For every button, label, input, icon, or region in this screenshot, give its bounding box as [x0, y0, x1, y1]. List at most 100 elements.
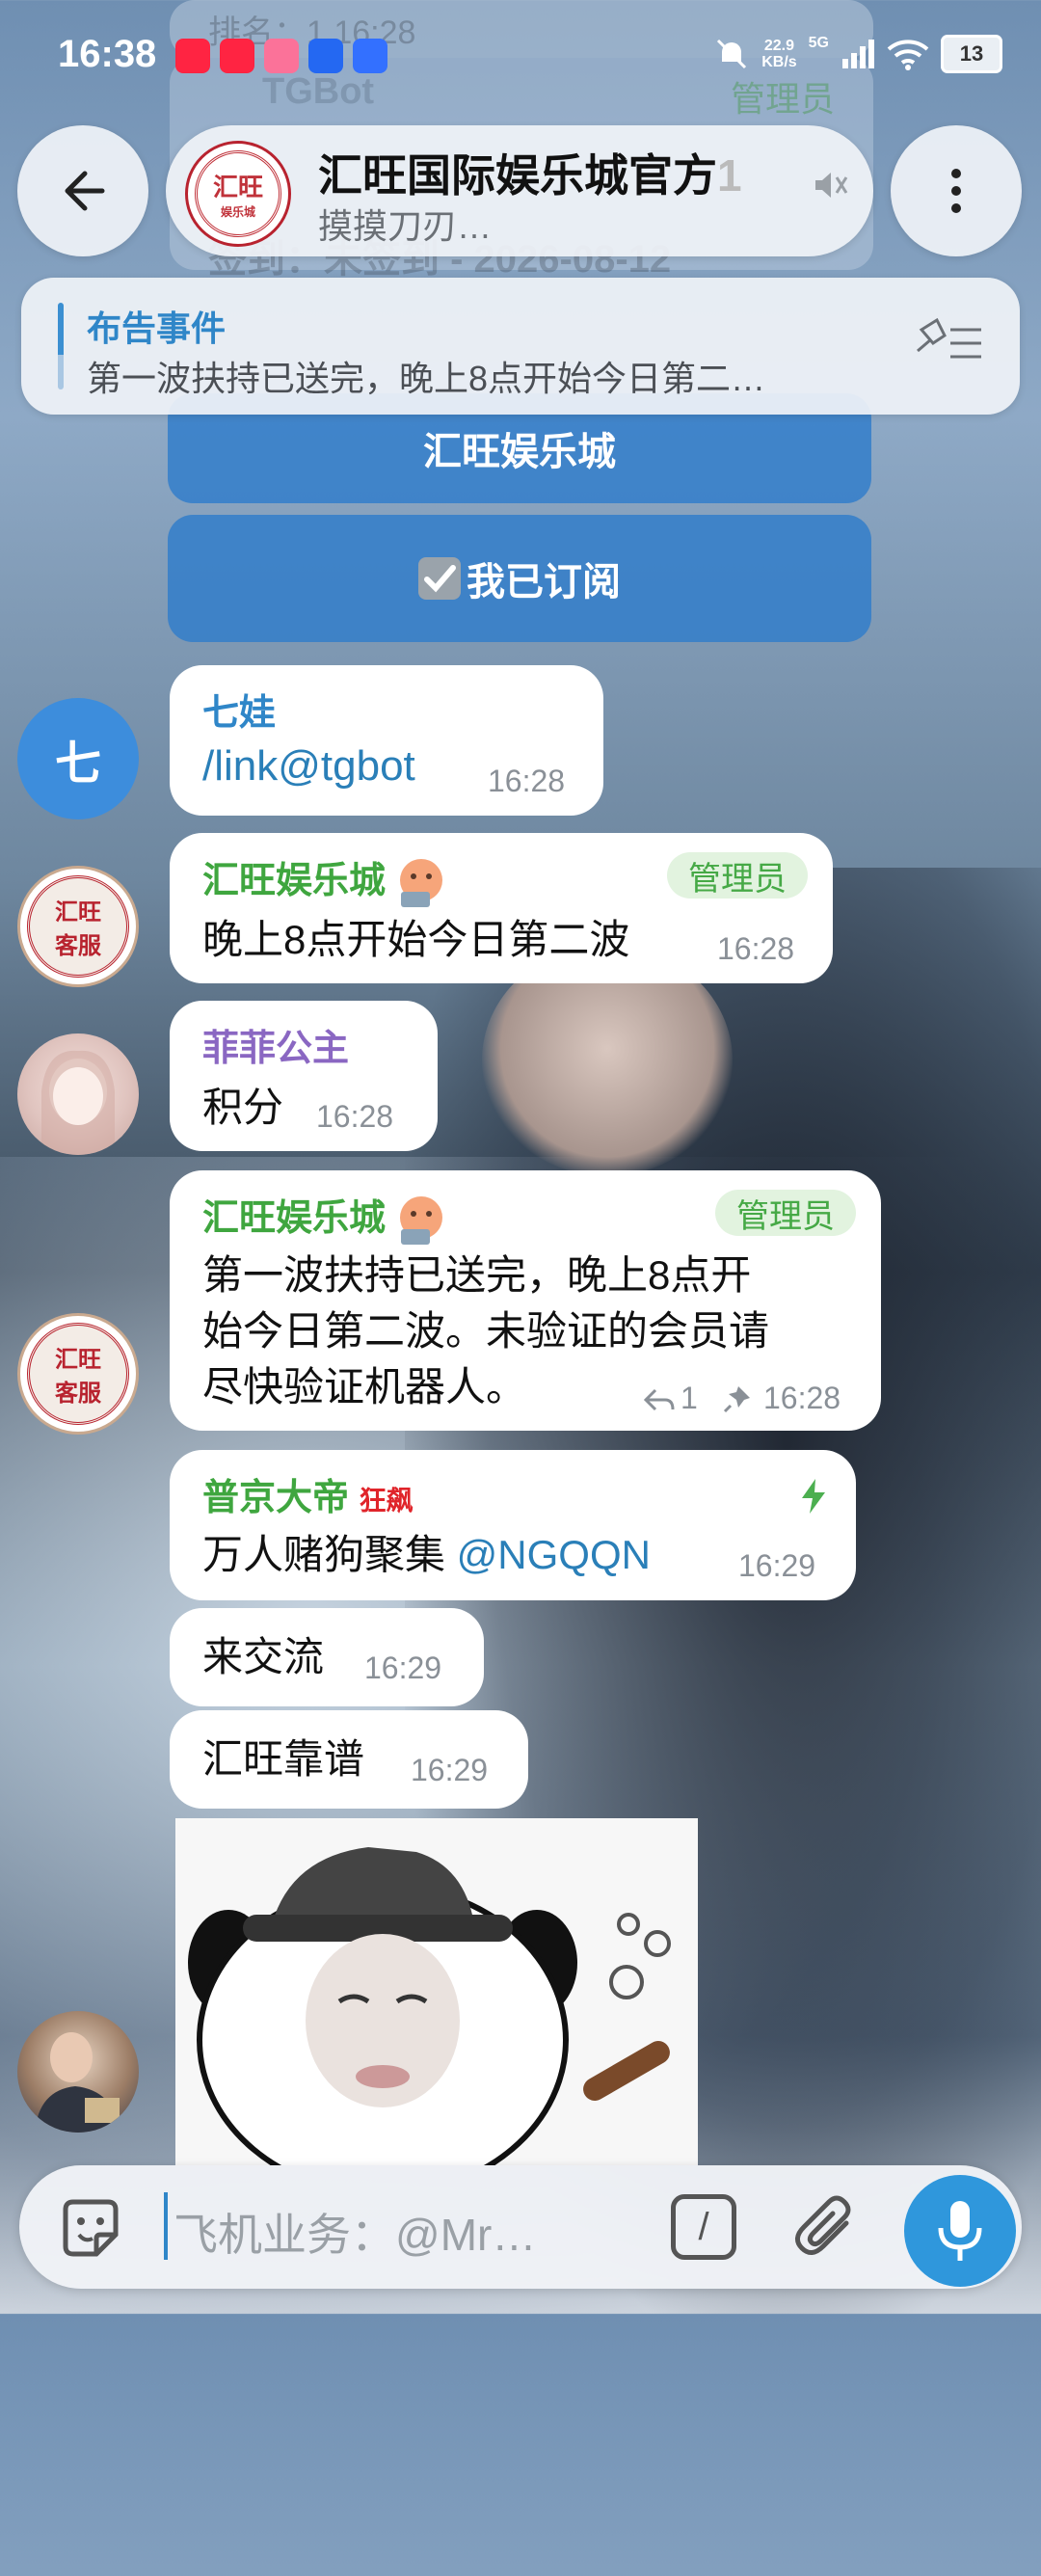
service-logo-bottom: 客服: [55, 1381, 101, 1407]
message-time: 16:28: [763, 1381, 841, 1415]
avatar-qiwa[interactable]: 七: [17, 698, 139, 819]
chat-title: 汇旺国际娱乐城官方1: [318, 141, 800, 204]
feishu-icon: [353, 39, 387, 73]
service-logo: 汇旺 客服: [27, 1323, 129, 1425]
avatar-feifei[interactable]: [17, 1033, 139, 1155]
avatar-placeholder: [17, 2455, 139, 2576]
avatar-putin[interactable]: [17, 2011, 139, 2133]
message-bubble[interactable]: 七娃 /link@tgbot 16:28: [170, 665, 603, 816]
status-indicators: 22.9 KB/s 5G 13: [713, 35, 1002, 73]
sticker-image[interactable]: [175, 1818, 698, 2165]
group-logo: 汇旺 娱乐城: [195, 150, 281, 237]
person-avatar-icon: [35, 2032, 121, 2133]
chat-title-bar[interactable]: 汇旺 娱乐城 汇旺国际娱乐城官方1 摸摸刀刃…: [166, 125, 873, 256]
chat-title-overflow: 1: [717, 150, 742, 201]
command-icon: /: [698, 2205, 709, 2248]
pinned-message-bar[interactable]: 布告事件 第一波扶持已送完，晚上8点开始今日第二…: [21, 278, 1020, 415]
pin-icon: [723, 1386, 750, 1413]
message-bubble[interactable]: 菲菲公主 积分 16:28: [170, 1001, 438, 1151]
avatar-huiwang-service[interactable]: 汇旺 客服: [17, 1313, 139, 1435]
more-vertical-icon: [951, 169, 961, 213]
message-time: 16:29: [738, 1548, 816, 1583]
command-button[interactable]: /: [671, 2194, 736, 2260]
message-bubble[interactable]: 汇旺娱乐城 管理员 晚上8点开始今日第二波 16:28: [170, 833, 833, 983]
lightning-icon: [802, 1479, 825, 1514]
mute-icon: [815, 173, 848, 198]
tieba-icon: [308, 39, 343, 73]
message-input[interactable]: 飞机业务：@Mr…: [174, 2200, 536, 2264]
attach-icon[interactable]: [790, 2190, 864, 2264]
message-line: 尽快验证机器人。: [202, 1364, 527, 1409]
chat-subtitle: 摸摸刀刃…: [318, 206, 493, 246]
mic-icon: [938, 2201, 982, 2261]
message-bubble[interactable]: 汇旺靠谱 16:29: [170, 1710, 528, 1809]
message-text: 积分: [202, 1085, 284, 1130]
sender-name: 汇旺娱乐城: [202, 1198, 387, 1239]
avatar-huiwang-service[interactable]: 汇旺 客服: [17, 866, 139, 987]
bilibili-icon: [264, 39, 299, 73]
inline-button-subscribed[interactable]: 我已订阅: [168, 515, 871, 642]
xiaohongshu-icon-2: [220, 39, 254, 73]
reply-arrow-icon: [643, 1388, 675, 1411]
girl-avatar-icon: [41, 1050, 115, 1155]
status-bar: 16:38 22.9 KB/s 5G 13: [0, 0, 1041, 116]
message-text[interactable]: /link@tgbot: [202, 738, 415, 794]
service-logo-top: 汇旺: [55, 1347, 101, 1373]
battery-level: 13: [959, 41, 984, 66]
pinned-indicator: [58, 303, 64, 389]
avatar-letter: 七: [54, 738, 101, 790]
group-avatar[interactable]: 汇旺 娱乐城: [185, 141, 291, 247]
message-text: 来交流: [202, 1634, 325, 1679]
message-time: 16:29: [411, 1753, 489, 1787]
message-sender: 菲菲公主: [202, 1029, 350, 1069]
message-time: 16:29: [364, 1650, 442, 1685]
sticker-icon[interactable]: [56, 2194, 125, 2264]
wifi-icon: [887, 40, 929, 70]
sender-tag: 狂飙: [359, 1486, 414, 1516]
group-logo-text: 汇旺: [212, 173, 263, 201]
group-logo-subtext: 娱乐城: [220, 205, 255, 219]
text-caret: [164, 2192, 168, 2260]
message-bubble[interactable]: 汇旺娱乐城 管理员 第一波扶持已送完，晚上8点开 始今日第二波。未验证的会员请 …: [170, 1170, 881, 1431]
message-line: 第一波扶持已送完，晚上8点开: [202, 1252, 752, 1298]
message-time: 16:28: [717, 931, 795, 966]
pinned-title: 布告事件: [87, 309, 227, 348]
back-button[interactable]: [17, 125, 148, 256]
service-logo-top: 汇旺: [55, 899, 101, 926]
service-logo-bottom: 客服: [55, 933, 101, 959]
message-sender: 七娃: [202, 693, 277, 734]
xiaohongshu-icon: [175, 39, 210, 73]
admin-badge: 管理员: [667, 852, 808, 899]
mention-link[interactable]: @NGQQN: [457, 1532, 651, 1577]
sender-name: 普京大帝: [202, 1478, 350, 1518]
message-text: 晚上8点开始今日第二波: [202, 917, 630, 962]
message-bubble[interactable]: 来交流 16:29: [170, 1608, 484, 1706]
message-text: 汇旺靠谱: [202, 1736, 365, 1782]
message-time: 16:28: [488, 764, 566, 798]
checkbox-icon: [418, 557, 461, 600]
message-bubble[interactable]: 普京大帝 狂飙 万人赌狗聚集 @NGQQN 16:29: [170, 1450, 856, 1600]
admin-badge: 管理员: [715, 1190, 856, 1236]
sender-name: 汇旺娱乐城: [202, 861, 387, 901]
inline-button-label: 我已订阅: [467, 561, 621, 604]
message-time: 16:28: [316, 1099, 394, 1134]
net-speed-unit: KB/s: [761, 54, 797, 70]
pin-list-icon[interactable]: [912, 316, 985, 374]
reply-count[interactable]: 1: [681, 1381, 698, 1416]
pinned-text: 第一波扶持已送完，晚上8点开始今日第二…: [87, 359, 766, 398]
net-speed: 22.9 KB/s: [761, 38, 796, 70]
service-logo: 汇旺 客服: [27, 875, 129, 978]
message-input-bar[interactable]: 飞机业务：@Mr… /: [19, 2165, 1022, 2289]
message-body: 万人赌狗聚集: [202, 1532, 457, 1577]
chat-title-text: 汇旺国际娱乐城官方: [318, 150, 717, 201]
battery-indicator: 13: [941, 35, 1002, 73]
signal-icon: [842, 40, 874, 68]
panda-meme-sticker: [175, 1818, 698, 2165]
back-arrow-icon: [65, 171, 105, 211]
voice-record-button[interactable]: [904, 2175, 1016, 2287]
net-speed-value: 22.9: [763, 38, 794, 54]
more-button[interactable]: [891, 125, 1022, 256]
message-sender: 普京大帝 狂飙: [202, 1467, 414, 1520]
network-type: 5G: [808, 35, 829, 51]
message-text: 万人赌狗聚集 @NGQQN: [202, 1527, 651, 1583]
